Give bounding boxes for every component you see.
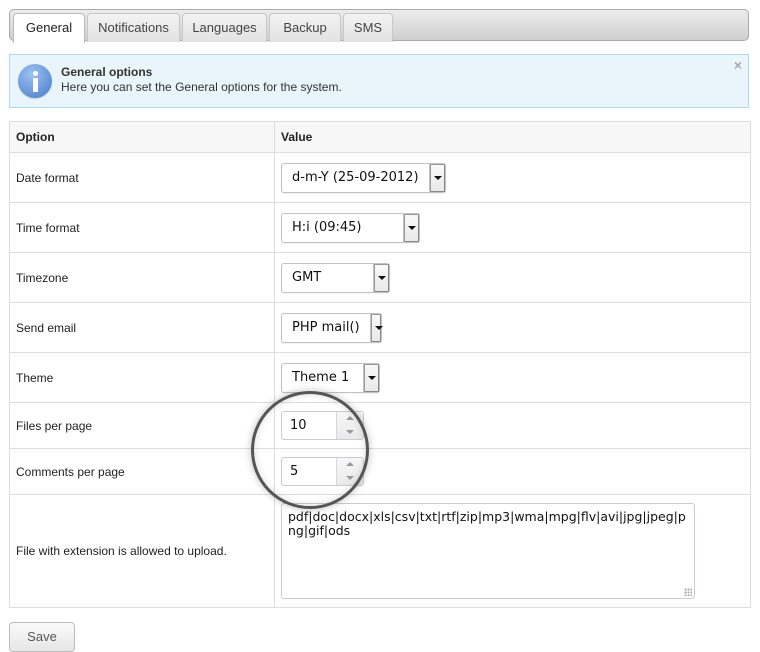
option-label: Files per page xyxy=(9,402,275,449)
spinner-up-icon[interactable] xyxy=(346,416,354,420)
textarea-value: pdf|doc|docx|xls|csv|txt|rtf|zip|mp3|wma… xyxy=(288,509,686,538)
save-button[interactable]: Save xyxy=(9,622,75,652)
time-format-select[interactable]: H:i (09:45) xyxy=(281,212,420,243)
select-value: Theme 1 xyxy=(292,369,350,385)
option-label: Comments per page xyxy=(9,448,275,495)
spinner-down-icon[interactable] xyxy=(346,430,354,434)
value-column-header: Value xyxy=(274,121,751,153)
table-row: Time format H:i (09:45) xyxy=(9,202,751,253)
info-title: General options xyxy=(61,65,153,79)
spinner-up-icon[interactable] xyxy=(346,462,354,466)
tab-general[interactable]: General xyxy=(13,13,85,43)
option-label: Theme xyxy=(9,352,275,403)
tab-sms[interactable]: SMS xyxy=(343,13,393,42)
option-label: Time format xyxy=(9,202,275,253)
info-text: Here you can set the General options for… xyxy=(61,80,342,94)
chevron-down-icon[interactable] xyxy=(373,263,389,292)
comments-per-page-spinner[interactable]: 5 xyxy=(281,457,364,486)
tab-bar: General Notifications Languages Backup S… xyxy=(9,9,749,43)
resize-handle-icon[interactable] xyxy=(684,588,692,596)
table-header-row: Option Value xyxy=(9,121,751,153)
spinner-value[interactable]: 5 xyxy=(282,458,336,485)
table-row: Comments per page 5 xyxy=(9,448,751,495)
options-table: Option Value Date format d-m-Y (25-09-20… xyxy=(9,121,751,608)
option-label: File with extension is allowed to upload… xyxy=(9,494,275,608)
files-per-page-spinner[interactable]: 10 xyxy=(281,411,364,440)
option-label: Date format xyxy=(9,152,275,203)
info-icon xyxy=(18,64,52,98)
table-row: Theme Theme 1 xyxy=(9,352,751,403)
select-value: H:i (09:45) xyxy=(292,219,362,235)
tab-backup[interactable]: Backup xyxy=(269,13,341,42)
spinner-down-icon[interactable] xyxy=(346,476,354,480)
timezone-select[interactable]: GMT xyxy=(281,262,390,293)
chevron-down-icon[interactable] xyxy=(369,313,384,342)
close-icon[interactable]: × xyxy=(734,57,742,73)
table-row: Date format d-m-Y (25-09-2012) xyxy=(9,152,751,203)
chevron-down-icon[interactable] xyxy=(428,163,445,192)
option-column-header: Option xyxy=(9,121,275,153)
info-message: General options Here you can set the Gen… xyxy=(9,54,749,108)
send-email-select[interactable]: PHP mail() xyxy=(281,312,384,343)
chevron-down-icon[interactable] xyxy=(363,363,379,392)
select-value: PHP mail() xyxy=(292,319,360,335)
table-row: File with extension is allowed to upload… xyxy=(9,494,751,608)
table-row: Send email PHP mail() xyxy=(9,302,751,353)
select-value: GMT xyxy=(292,269,322,285)
theme-select[interactable]: Theme 1 xyxy=(281,362,380,393)
date-format-select[interactable]: d-m-Y (25-09-2012) xyxy=(281,162,446,193)
table-row: Files per page 10 xyxy=(9,402,751,449)
tab-notifications[interactable]: Notifications xyxy=(87,13,180,42)
chevron-down-icon[interactable] xyxy=(403,213,419,242)
spinner-value[interactable]: 10 xyxy=(282,412,336,439)
tab-languages[interactable]: Languages xyxy=(182,13,267,42)
table-row: Timezone GMT xyxy=(9,252,751,303)
select-value: d-m-Y (25-09-2012) xyxy=(292,169,419,185)
option-label: Send email xyxy=(9,302,275,353)
allowed-extensions-textarea[interactable]: pdf|doc|docx|xls|csv|txt|rtf|zip|mp3|wma… xyxy=(281,503,695,599)
option-label: Timezone xyxy=(9,252,275,303)
